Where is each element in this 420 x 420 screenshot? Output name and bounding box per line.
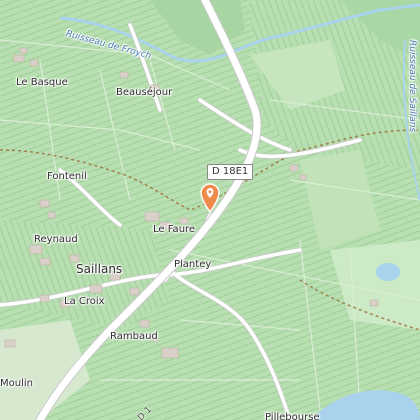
place-label-saillans: Saillans <box>76 262 123 276</box>
pond <box>376 263 400 281</box>
map-view[interactable]: Ruisseau de Froych Ruisseau de Saillans … <box>0 0 420 420</box>
place-label-la-croix: La Croix <box>64 296 105 307</box>
place-label-fontenil: Fontenil <box>47 171 87 182</box>
place-label-pillebourse: Pillebourse <box>265 412 320 420</box>
stream-label-right: Ruisseau de Saillans <box>407 40 417 133</box>
place-label-rambaud: Rambaud <box>110 331 158 342</box>
place-label-le-basque: Le Basque <box>16 77 68 88</box>
place-label-plantey: Plantey <box>174 259 212 270</box>
map-pin-icon[interactable] <box>199 183 221 213</box>
place-label-reynaud: Reynaud <box>34 234 78 245</box>
place-label-moulin: Moulin <box>0 378 33 389</box>
place-label-beausejour: Beauséjour <box>116 87 173 98</box>
road-shield-d18e1: D 18E1 <box>207 164 254 180</box>
place-label-le-faure: Le Faure <box>153 224 196 235</box>
